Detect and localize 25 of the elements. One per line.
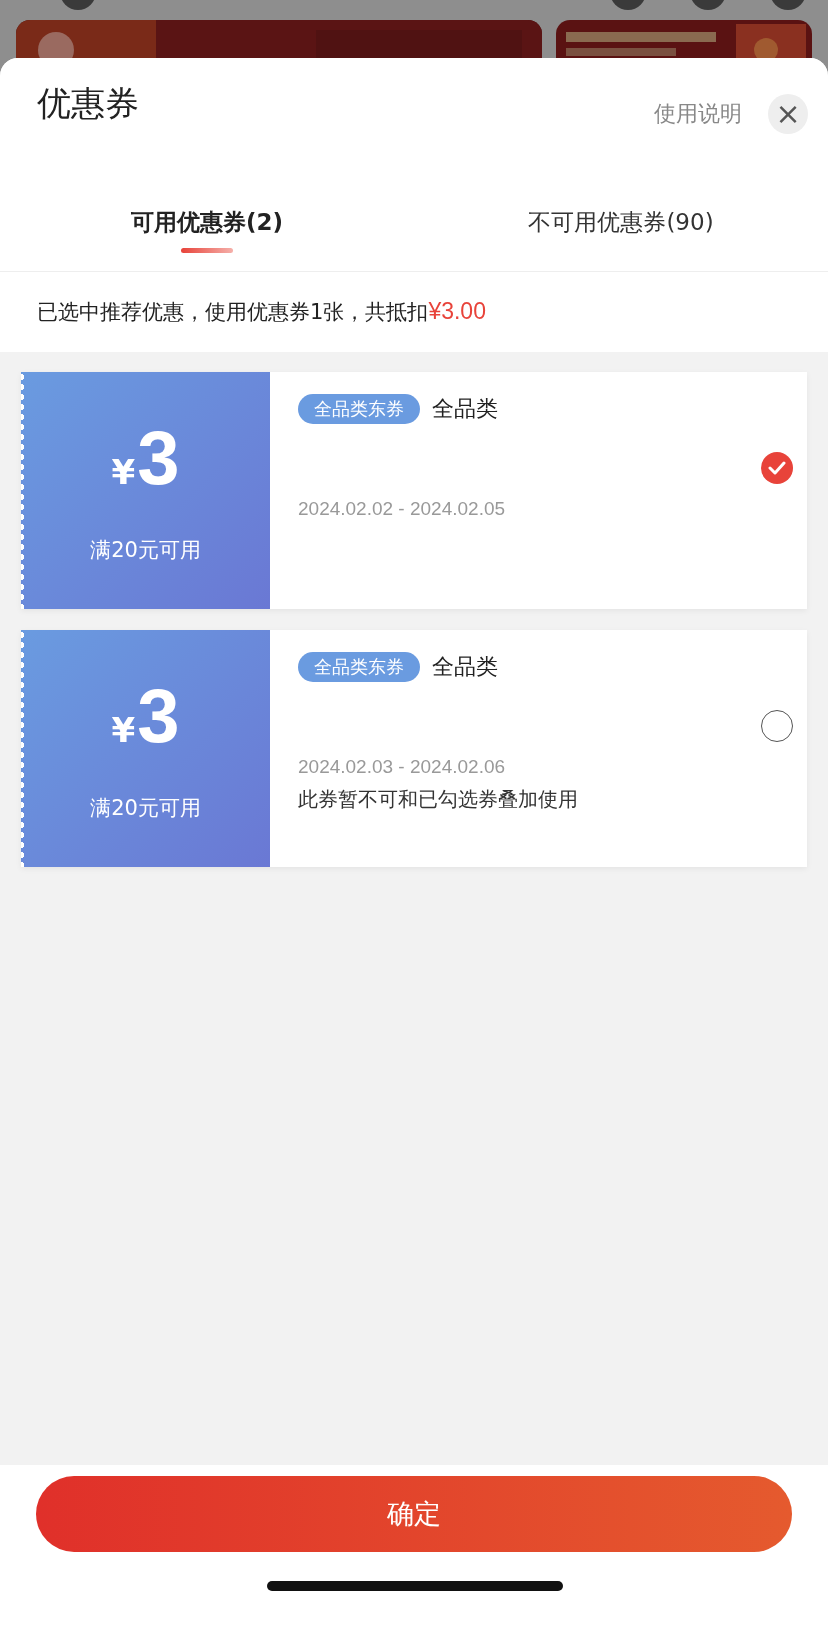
coupon-amount: 3 (137, 417, 180, 498)
coupon-scope: 全品类 (432, 395, 498, 423)
close-button[interactable]: × (768, 94, 808, 134)
coupon-condition: 满20元可用 (90, 794, 201, 822)
coupon-amount: 3 (137, 675, 180, 756)
currency-symbol: ¥ (111, 709, 136, 750)
tab[interactable]: 可用优惠券(2) (0, 207, 414, 271)
discount-amount: ¥3.00 (428, 298, 486, 324)
coupon-tag: 全品类东券 (298, 652, 420, 682)
tab-underline (181, 248, 233, 253)
coupon-card[interactable]: ¥3 满20元可用 全品类东券 全品类 2024.02.02 - 2024.02.05 (21, 372, 807, 609)
coupon-note: 此券暂不可和已勾选券叠加使用 (298, 786, 579, 813)
sheet-title: 优惠券 (37, 82, 140, 125)
coupon-scope: 全品类 (432, 653, 498, 681)
coupon-validity: 2024.02.03 - 2024.02.06 (298, 756, 507, 778)
coupon-card[interactable]: ¥3 满20元可用 全品类东券 全品类 2024.02.03 - 2024.02.06 此券暂不可和已勾选券叠加使用 (21, 630, 807, 867)
coupon-validity: 2024.02.02 - 2024.02.05 (298, 498, 507, 520)
summary-text: 已选中推荐优惠，使用优惠券1张，共抵扣 (37, 300, 429, 324)
tab[interactable]: 不可用优惠券(90) (414, 207, 828, 271)
checked-radio-icon[interactable] (761, 452, 793, 484)
help-link[interactable]: 使用说明 (654, 99, 742, 129)
coupon-condition: 满20元可用 (90, 536, 201, 564)
confirm-button[interactable]: 确定 (36, 1476, 792, 1552)
currency-symbol: ¥ (111, 451, 136, 492)
coupon-tag: 全品类东券 (298, 394, 420, 424)
